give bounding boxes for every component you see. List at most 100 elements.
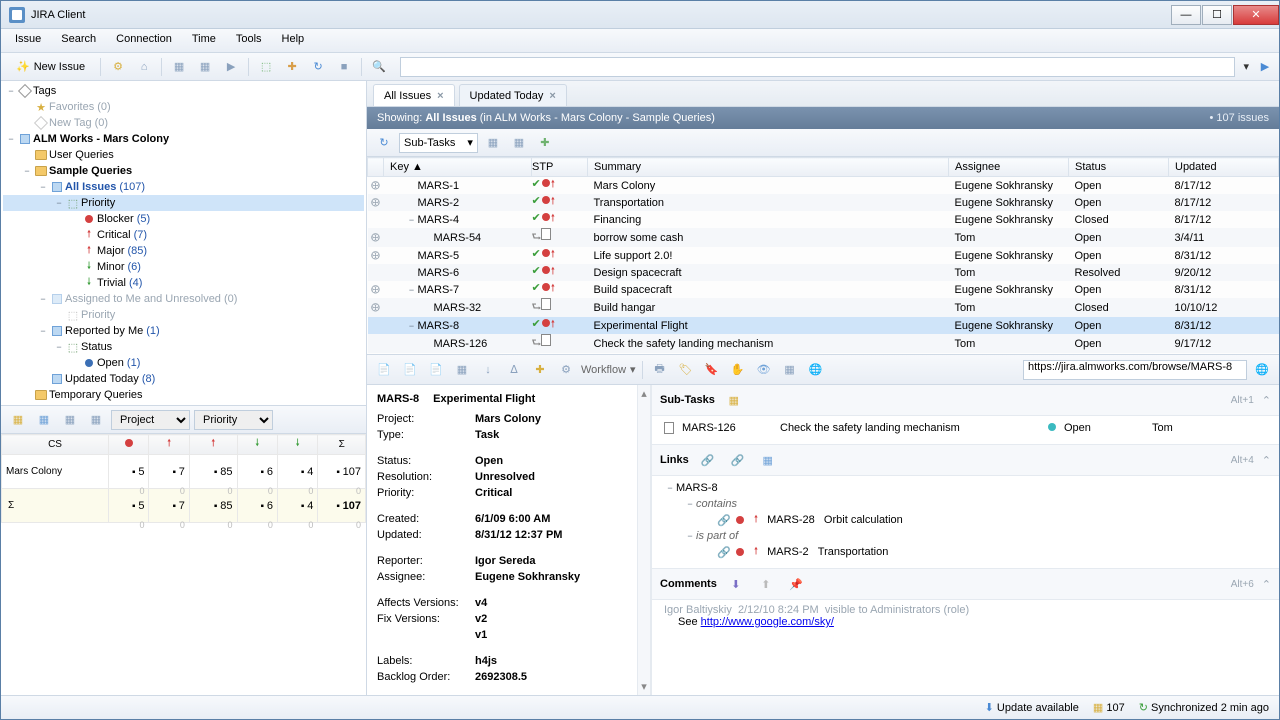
col-key[interactable]: Key ▲ — [384, 158, 532, 177]
tree-project[interactable]: −ALM Works - Mars Colony — [3, 131, 364, 147]
table-row[interactable]: MARS-126⮑Check the safety landing mechan… — [368, 334, 1279, 353]
table-row[interactable]: 𐃏−MARS-7✔🠕Build spacecraftEugene Sokhran… — [368, 281, 1279, 298]
link-item[interactable]: 🔗🠕 MARS-28 Orbit calculation — [664, 512, 1271, 528]
tree-trivial[interactable]: 🠗Trivial(4) — [3, 275, 364, 291]
workflow-label[interactable]: Workflow — [581, 364, 626, 376]
toolbar-icon[interactable]: ⬚ — [255, 56, 277, 78]
search-icon[interactable]: 🔍 — [368, 56, 390, 78]
tree-updated-today[interactable]: Updated Today(8) — [3, 371, 364, 387]
stats-icon[interactable]: ▦ — [7, 409, 29, 431]
detail-watch-icon[interactable]: 👁 — [753, 359, 775, 381]
tree-all-issues[interactable]: −All Issues(107) — [3, 179, 364, 195]
detail-icon[interactable]: 🔖 — [701, 359, 723, 381]
issue-url-input[interactable] — [1023, 360, 1247, 380]
nav-tree[interactable]: −Tags ★Favorites(0) New Tag(0) −ALM Work… — [1, 81, 366, 405]
stats-group1[interactable]: Project — [111, 410, 190, 430]
link-item[interactable]: 🔗🠕 MARS-2 Transportation — [664, 544, 1271, 560]
tree-reported[interactable]: −Reported by Me(1) — [3, 323, 364, 339]
tree-major[interactable]: 🠕Major(85) — [3, 243, 364, 259]
toolbar-icon[interactable]: ▦ — [194, 56, 216, 78]
tree-favorites[interactable]: ★Favorites(0) — [3, 99, 364, 115]
detail-icon[interactable]: 🖶 — [649, 359, 671, 381]
detail-icon[interactable]: ↓ — [477, 359, 499, 381]
tree-blocker[interactable]: Blocker(5) — [3, 211, 364, 227]
menu-search[interactable]: Search — [51, 29, 106, 52]
detail-icon[interactable]: 🏷 — [675, 359, 697, 381]
col-status[interactable]: Status — [1069, 158, 1169, 177]
add-subtask-icon[interactable]: ▦ — [723, 389, 745, 411]
detail-icon[interactable]: ▦ — [779, 359, 801, 381]
tree-sample-queries[interactable]: −Sample Queries — [3, 163, 364, 179]
update-available[interactable]: ⬇ Update available — [985, 701, 1079, 714]
toolbar-icon[interactable]: ✚ — [534, 132, 556, 154]
tree-priority2[interactable]: ⬚Priority — [3, 307, 364, 323]
tab-close-icon[interactable]: × — [437, 90, 443, 102]
comment-pin-icon[interactable]: 📌 — [785, 573, 807, 595]
close-button[interactable]: ✕ — [1233, 5, 1279, 25]
detail-icon[interactable]: ✚ — [529, 359, 551, 381]
menu-time[interactable]: Time — [182, 29, 226, 52]
stats-icon[interactable]: ▦ — [85, 409, 107, 431]
execute-search-icon[interactable]: ▶ — [1257, 59, 1273, 75]
detail-icon[interactable]: ▦ — [451, 359, 473, 381]
subtasks-selector[interactable]: Sub-Tasks▾ — [399, 133, 478, 153]
menu-connection[interactable]: Connection — [106, 29, 182, 52]
comments-header[interactable]: Comments ⬇ ⬆ 📌 Alt+6⌃ — [652, 568, 1279, 600]
comment-down-icon[interactable]: ⬇ — [725, 573, 747, 595]
toolbar-icon[interactable]: ▦ — [508, 132, 530, 154]
col-stp[interactable]: STP — [532, 158, 588, 177]
maximize-button[interactable]: ☐ — [1202, 5, 1232, 25]
link-rel-contains[interactable]: −contains — [664, 496, 1271, 512]
detail-icon[interactable]: 📄 — [425, 359, 447, 381]
tree-temp-queries[interactable]: Temporary Queries — [3, 387, 364, 403]
tree-minor[interactable]: 🠗Minor(6) — [3, 259, 364, 275]
table-row[interactable]: 𐃏MARS-2✔🠕TransportationEugene Sokhransky… — [368, 194, 1279, 211]
issue-table[interactable]: Key ▲ STP Summary Assignee Status Update… — [367, 157, 1279, 355]
link-root[interactable]: −MARS-8 — [664, 480, 1271, 496]
link-icon[interactable]: 🔗 — [697, 449, 719, 471]
tree-priority[interactable]: −⬚Priority — [3, 195, 364, 211]
toolbar-icon[interactable]: ▦ — [482, 132, 504, 154]
detail-icon[interactable]: ✋ — [727, 359, 749, 381]
comment-link[interactable]: http://www.google.com/sky/ — [701, 616, 834, 628]
col-assignee[interactable]: Assignee — [949, 158, 1069, 177]
tree-newtag[interactable]: New Tag(0) — [3, 115, 364, 131]
tree-user-queries[interactable]: User Queries — [3, 147, 364, 163]
detail-icon[interactable]: ⚙ — [555, 359, 577, 381]
stats-group2[interactable]: Priority — [194, 410, 273, 430]
menu-help[interactable]: Help — [272, 29, 315, 52]
table-row[interactable]: −MARS-4✔🠕FinancingEugene SokhranskyClose… — [368, 211, 1279, 228]
tree-tags[interactable]: −Tags — [3, 83, 364, 99]
search-input[interactable] — [400, 57, 1235, 77]
table-row[interactable]: MARS-6✔🠕Design spacecraftTomResolved9/20… — [368, 264, 1279, 281]
table-row[interactable]: 𐃏MARS-54⮑borrow some cashTomOpen3/4/11 — [368, 228, 1279, 247]
col-updated[interactable]: Updated — [1169, 158, 1279, 177]
table-row[interactable]: 𐃏MARS-1✔🠕Mars ColonyEugene SokhranskyOpe… — [368, 177, 1279, 195]
link-rel-partof[interactable]: −is part of — [664, 528, 1271, 544]
refresh-icon[interactable]: ↻ — [373, 132, 395, 154]
toolbar-icon[interactable]: ⚙ — [107, 56, 129, 78]
subtasks-header[interactable]: Sub-Tasks ▦ Alt+1⌃ — [652, 385, 1279, 416]
minimize-button[interactable]: — — [1171, 5, 1201, 25]
tab-updated-today[interactable]: Updated Today× — [459, 84, 567, 106]
detail-browser-icon[interactable]: 🌐 — [805, 359, 827, 381]
comment-up-icon[interactable]: ⬆ — [755, 573, 777, 595]
tab-close-icon[interactable]: × — [549, 90, 555, 102]
detail-icon[interactable]: ᐃ — [503, 359, 525, 381]
stats-icon[interactable]: ▦ — [59, 409, 81, 431]
detail-icon[interactable]: 📄 — [373, 359, 395, 381]
col-summary[interactable]: Summary — [588, 158, 949, 177]
tab-all-issues[interactable]: All Issues× — [373, 84, 455, 106]
stats-hdr-cs[interactable]: CS — [2, 435, 109, 455]
stats-hdr-sigma[interactable]: Σ — [318, 435, 366, 455]
tree-status[interactable]: −⬚Status — [3, 339, 364, 355]
menu-issue[interactable]: Issue — [5, 29, 51, 52]
toolbar-refresh-icon[interactable]: ↻ — [307, 56, 329, 78]
new-issue-button[interactable]: ✨New Issue — [7, 56, 94, 78]
link-icon[interactable]: ▦ — [757, 449, 779, 471]
stats-grid[interactable]: CS 🠕 🠕 🠗 🠗 Σ Mars Colony ▪ 50 ▪ 70 — [1, 434, 366, 695]
subtask-row[interactable]: MARS-126 Check the safety landing mechan… — [664, 420, 1271, 436]
tree-critical[interactable]: 🠕Critical(7) — [3, 227, 364, 243]
table-row[interactable]: 𐃏MARS-32⮑Build hangarTomClosed10/10/12 — [368, 298, 1279, 317]
toolbar-icon[interactable]: ⌂ — [133, 56, 155, 78]
